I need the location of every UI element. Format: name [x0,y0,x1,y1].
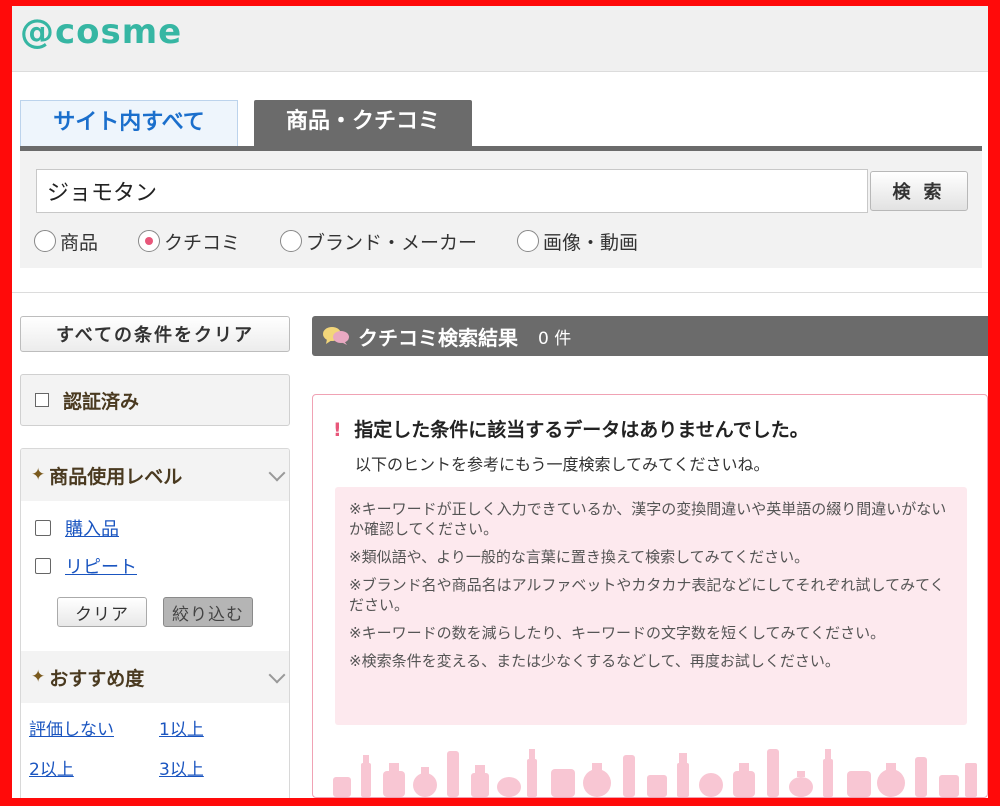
star-icon: ✦ [31,465,46,485]
radio-brand-maker[interactable]: ブランド・メーカー [280,227,477,255]
radio-label: 画像・動画 [543,231,639,254]
search-panel: サイト内すべて 商品・クチコミ 検 索 商品 クチコミ ブランド・メーカー [20,100,982,268]
star-icon: ✦ [31,667,46,687]
search-hints-box: ※キーワードが正しく入力できているか、漢字の変換間違いや英単語の綴り間違いがない… [335,487,967,725]
no-results-subtitle: 以下のヒントを参考にもう一度検索してみてくださいね。 [355,455,770,474]
no-results-title-text: 指定した条件に該当するデータはありませんでした。 [354,419,809,441]
filter-block: ✦ 商品使用レベル 購入品 リピート クリア 絞り込む ✦ おすすめ度 評価しな… [20,448,290,798]
rating-1-up-link[interactable]: 1以上 [159,715,204,740]
results-title: クチコミ検索結果 [358,325,518,350]
hint-text: ※キーワードが正しく入力できているか、漢字の変換間違いや英単語の綴り間違いがない… [349,500,947,538]
radio-circle-selected[interactable] [138,230,161,252]
usage-apply-button[interactable]: 絞り込む [163,597,253,627]
purchased-checkbox[interactable] [35,520,51,536]
option-repeat[interactable]: リピート [35,553,137,579]
purchased-link[interactable]: 購入品 [65,515,119,541]
recommend-title: おすすめ度 [49,667,145,690]
radio-label: クチコミ [164,231,241,254]
no-results-panel: ! 指定した条件に該当するデータはありませんでした。 以下のヒントを参考にもう一… [312,394,988,798]
clear-all-conditions-button[interactable]: すべての条件をクリア [20,316,290,352]
verified-label: 認証済み [63,390,140,413]
cosme-logo[interactable]: @cosme [20,12,182,52]
page-frame: @cosme サイト内すべて 商品・クチコミ 検 索 商品 クチコミ ブランド・… [12,6,988,798]
search-box: 検 索 商品 クチコミ ブランド・メーカー 画像・動画 [20,151,982,268]
repeat-link[interactable]: リピート [65,553,137,579]
usage-level-header[interactable]: ✦ 商品使用レベル [21,449,289,501]
chevron-down-icon[interactable] [268,464,286,482]
tab-site-all[interactable]: サイト内すべて [20,100,238,146]
hint-text: ※類似語や、より一般的な言葉に置き換えて検索してみてください。 [349,548,810,566]
results-count: 0 件 [538,328,572,349]
search-button[interactable]: 検 索 [870,171,968,211]
radio-label: ブランド・メーカー [306,231,478,254]
hint-text: ※ブランド名や商品名はアルファベットやカタカナ表記などにしてそれぞれ試してみてく… [349,576,945,614]
speech-bubble-icon [323,327,349,345]
repeat-checkbox[interactable] [35,558,51,574]
radio-circle[interactable] [34,230,56,252]
verified-filter[interactable]: 認証済み [20,374,290,426]
rating-none-link[interactable]: 評価しない [29,715,114,740]
usage-level-title: 商品使用レベル [49,465,183,488]
radio-review[interactable]: クチコミ [138,227,240,255]
rating-3-up-link[interactable]: 3以上 [159,755,204,780]
search-type-radios: 商品 クチコミ ブランド・メーカー 画像・動画 [34,227,678,255]
radio-label: 商品 [60,231,99,254]
site-header: @cosme [12,6,988,72]
search-input[interactable] [36,169,868,213]
no-results-title: ! 指定した条件に該当するデータはありませんでした。 [333,415,809,442]
hint-text: ※検索条件を変える、または少なくするなどして、再度お試しください。 [349,652,840,670]
verified-checkbox[interactable] [35,393,49,407]
tab-product-review[interactable]: 商品・クチコミ [254,100,472,146]
radio-image-video[interactable]: 画像・動画 [517,227,638,255]
exclamation-icon: ! [333,419,342,441]
option-purchased[interactable]: 購入品 [35,515,119,541]
results-header: クチコミ検索結果 0 件 [312,316,988,356]
rating-2-up-link[interactable]: 2以上 [29,755,74,780]
radio-circle[interactable] [280,230,303,252]
recommend-header[interactable]: ✦ おすすめ度 [21,651,289,703]
radio-product[interactable]: 商品 [34,227,98,255]
hint-text: ※キーワードの数を減らしたり、キーワードの文字数を短くしてみてください。 [349,624,886,642]
usage-clear-button[interactable]: クリア [57,597,147,627]
chevron-down-icon[interactable] [268,666,286,684]
radio-circle[interactable] [517,230,540,252]
section-divider [12,292,988,293]
cosmetics-bottles-illustration [333,749,977,797]
